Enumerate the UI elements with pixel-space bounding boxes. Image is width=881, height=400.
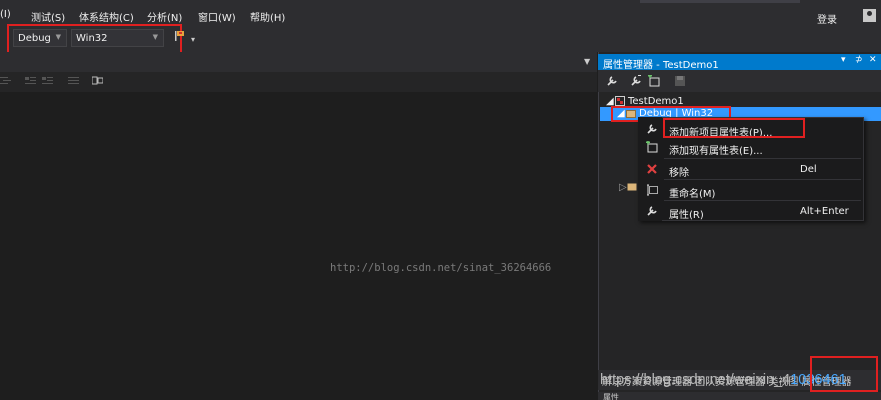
login-link[interactable]: 登录 bbox=[817, 11, 837, 26]
menu-item-help[interactable]: 帮助(H) bbox=[250, 9, 285, 24]
menu-item-rename[interactable]: 重命名(M) bbox=[669, 185, 715, 200]
menu-item-add-existing-property-sheet[interactable]: 添加现有属性表(E)... bbox=[669, 142, 763, 157]
outdent-icon[interactable] bbox=[0, 76, 11, 86]
menu-item-analyze[interactable]: 分析(N) bbox=[147, 9, 182, 24]
menu-item-architecture[interactable]: 体系结构(C) bbox=[79, 9, 134, 24]
red-x-icon bbox=[647, 164, 657, 174]
bottom-watermark-prefix: https://blog.csdn.net/weixin_4 bbox=[600, 372, 791, 388]
document-toolbar bbox=[0, 72, 597, 92]
folder-icon bbox=[627, 183, 637, 191]
wrench-add-icon[interactable] bbox=[630, 75, 642, 87]
document-area bbox=[0, 52, 597, 400]
flag-icon[interactable] bbox=[174, 30, 186, 42]
wrench-add-icon bbox=[647, 124, 657, 134]
wrench-icon bbox=[647, 206, 657, 216]
account-avatar-icon[interactable] bbox=[863, 9, 876, 22]
menu-item-tools[interactable]: (I) bbox=[0, 9, 11, 20]
wrench-icon[interactable] bbox=[606, 75, 618, 87]
properties-window-header bbox=[598, 392, 881, 400]
save-icon[interactable] bbox=[674, 75, 686, 87]
menu-item-properties[interactable]: 属性(R) bbox=[669, 206, 704, 221]
property-manager-title-bar[interactable]: 属性管理器 - TestDemo1 bbox=[598, 54, 881, 71]
highlight-box-add-new bbox=[663, 118, 805, 138]
pin-icon[interactable]: ⊅ bbox=[855, 55, 863, 65]
menu-item-window[interactable]: 窗口(W) bbox=[198, 9, 236, 24]
properties-window-title[interactable]: 属性 bbox=[603, 392, 619, 400]
project-icon bbox=[615, 96, 625, 106]
menu-item-remove[interactable]: 移除 bbox=[669, 164, 689, 179]
window-position-icon[interactable]: ▾ bbox=[841, 55, 846, 65]
center-watermark: http://blog.csdn.net/sinat_36264666 bbox=[330, 262, 552, 274]
sheet-add-icon bbox=[646, 141, 658, 153]
context-menu-separator bbox=[664, 158, 861, 159]
menu-item-test[interactable]: 测试(S) bbox=[31, 9, 65, 24]
highlight-box-watermark bbox=[810, 356, 878, 392]
toolbar-overflow-icon[interactable]: ▾ bbox=[191, 35, 195, 44]
tab-list-dropdown-icon[interactable]: ▼ bbox=[584, 57, 590, 66]
close-icon[interactable]: ✕ bbox=[869, 55, 877, 65]
menu-item-remove-shortcut: Del bbox=[800, 164, 817, 175]
format-icon[interactable] bbox=[68, 76, 79, 86]
menu-item-properties-shortcut: Alt+Enter bbox=[800, 206, 849, 217]
document-tab-strip bbox=[0, 52, 597, 72]
context-menu-separator bbox=[664, 179, 861, 180]
tree-collapse-icon[interactable]: ▷ bbox=[619, 182, 627, 193]
comment-icon[interactable] bbox=[25, 76, 36, 86]
rename-icon bbox=[647, 184, 658, 196]
bookmark-icon[interactable] bbox=[92, 76, 103, 86]
quick-launch-search[interactable] bbox=[640, 0, 800, 3]
sheet-add-icon[interactable] bbox=[648, 75, 660, 87]
context-menu-separator bbox=[664, 200, 861, 201]
uncomment-icon[interactable] bbox=[42, 76, 53, 86]
